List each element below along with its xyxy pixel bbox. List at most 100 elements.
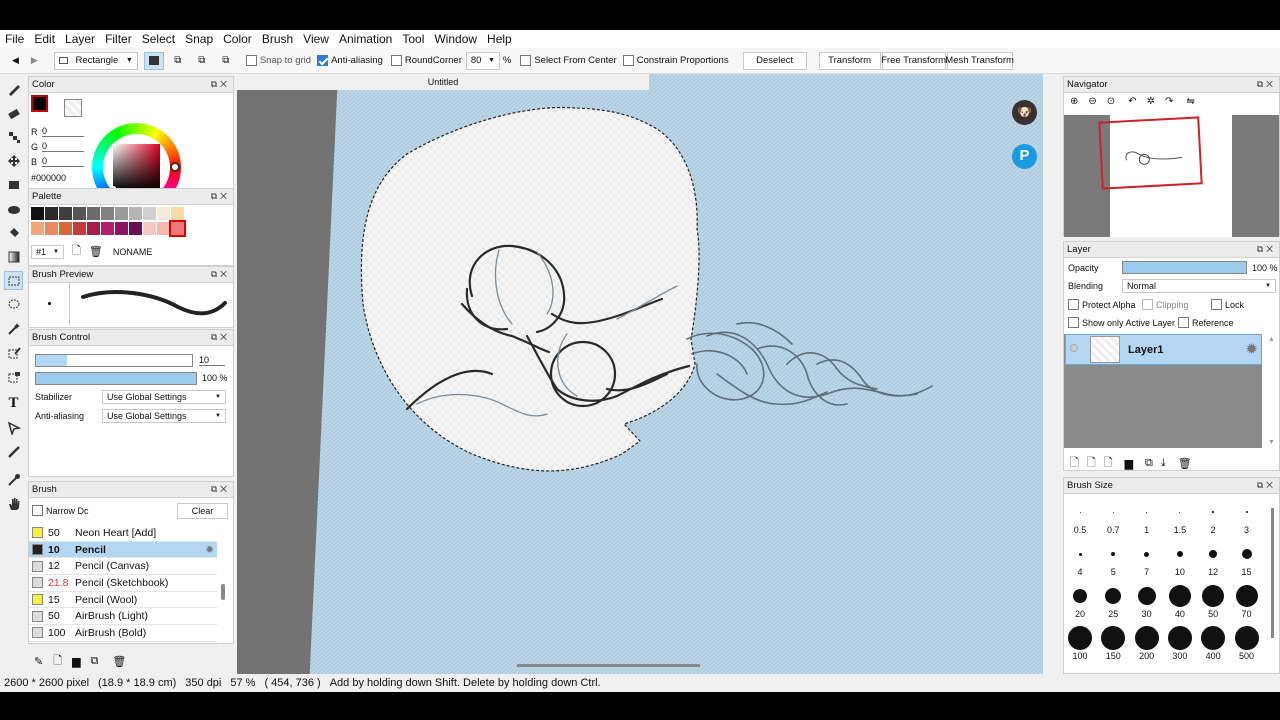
hex-value[interactable]: #000000	[31, 173, 66, 183]
brush-size-option[interactable]	[1144, 551, 1150, 557]
brush-opacity-value[interactable]: 100 %	[202, 373, 228, 383]
anti-aliasing-select[interactable]: Use Global Settings ▼	[102, 409, 226, 423]
brush-list-item[interactable]: 80Watercolor	[29, 642, 217, 643]
select-pen-tool-icon[interactable]	[4, 343, 23, 362]
mesh-transform-button[interactable]: Mesh Transform	[945, 51, 1014, 70]
merge-down-icon[interactable]: ⤓	[1161, 457, 1166, 470]
b-value-input[interactable]: 0	[42, 156, 84, 167]
new-vector-layer-icon[interactable]: 🗋	[1087, 454, 1096, 473]
palette-swatch[interactable]	[101, 222, 114, 235]
menu-view[interactable]: View	[298, 30, 334, 48]
panel-controls-icon[interactable]: ⧉✕	[1257, 480, 1276, 491]
brush-size-slider[interactable]	[35, 354, 193, 367]
new-page-icon[interactable]: 🗋	[53, 652, 62, 671]
brush-size-option[interactable]	[1212, 511, 1214, 513]
dot-pen-tool-icon[interactable]	[4, 127, 23, 146]
folder-icon[interactable]: ▆	[1125, 457, 1133, 470]
layer-opacity-slider[interactable]	[1122, 261, 1247, 274]
panel-controls-icon[interactable]: ⧉✕	[211, 79, 230, 90]
prev-icon[interactable]: ◀	[12, 55, 19, 66]
horizontal-scrollbar[interactable]	[517, 664, 700, 667]
pen-tool-icon[interactable]	[4, 79, 23, 98]
move-tool-icon[interactable]	[4, 151, 23, 170]
layer-row[interactable]: Layer1 ✹	[1065, 334, 1262, 365]
palette-swatch[interactable]	[101, 207, 114, 220]
gear-icon[interactable]: ✹	[205, 544, 214, 556]
blending-select[interactable]: Normal ▼	[1122, 279, 1276, 293]
transform-button[interactable]: Transform	[818, 51, 881, 70]
brush-size-option[interactable]	[1179, 511, 1181, 513]
brush-size-option[interactable]	[1176, 551, 1183, 557]
mode-subtract-button[interactable]: ⧉	[192, 52, 212, 70]
palette-swatch[interactable]	[59, 207, 72, 220]
new-1bit-layer-icon[interactable]: 🗋	[1104, 454, 1113, 473]
palette-swatch[interactable]	[87, 222, 100, 235]
brush-list-item[interactable]: 10 Pencil ✹	[29, 541, 217, 559]
menu-layer[interactable]: Layer	[60, 30, 100, 48]
reference-checkbox[interactable]: Reference	[1178, 317, 1234, 328]
shape-select[interactable]: Rectangle ▼	[53, 51, 138, 70]
brush-list-item[interactable]: 50 AirBrush (Light)	[29, 608, 217, 626]
brush-size-option[interactable]	[1168, 585, 1191, 607]
divide-tool-icon[interactable]	[4, 442, 23, 461]
mode-new-button[interactable]	[143, 51, 164, 70]
brush-size-option[interactable]	[1112, 511, 1114, 513]
trash-icon[interactable]: 🗑	[1178, 457, 1192, 470]
brush-size-option[interactable]	[1068, 626, 1092, 650]
gradient-tool-icon[interactable]	[4, 247, 23, 266]
brush-size-option[interactable]	[1105, 588, 1122, 604]
eyedropper-tool-icon[interactable]	[4, 470, 23, 489]
palette-swatch[interactable]	[115, 207, 128, 220]
cloud-tool-icon[interactable]	[4, 199, 23, 218]
flip-icon[interactable]: ⇋	[1186, 96, 1194, 107]
g-value-input[interactable]: 0	[42, 141, 84, 152]
brush-size-option[interactable]	[1111, 552, 1116, 556]
brush-size-option[interactable]	[1202, 585, 1225, 607]
palette-swatch[interactable]	[129, 222, 142, 235]
canvas-area[interactable]: P 🐶	[237, 74, 1043, 688]
transparent-color-swatch[interactable]	[64, 99, 82, 117]
snap-to-grid-checkbox[interactable]: Snap to grid	[245, 55, 311, 66]
navigator-thumbnail[interactable]	[1064, 115, 1279, 237]
layer-scrollbar[interactable]: ▲ ▼	[1265, 334, 1279, 448]
zoom-in-icon[interactable]: ⊕	[1070, 96, 1078, 107]
copy-layer-icon[interactable]: ⧉	[1145, 457, 1153, 470]
r-value-input[interactable]: 0	[42, 126, 84, 137]
brush-size-option[interactable]	[1235, 585, 1258, 607]
zoom-out-icon[interactable]: ⊖	[1088, 96, 1096, 107]
fill-rect-tool-icon[interactable]	[4, 175, 23, 194]
eye-icon[interactable]	[1070, 344, 1078, 352]
brush-size-option[interactable]	[1245, 511, 1248, 513]
free-transform-button[interactable]: Free Transform	[881, 51, 946, 70]
constrain-proportions-checkbox[interactable]: Constrain Proportions	[622, 55, 729, 66]
mode-intersect-button[interactable]: ⧉	[216, 52, 236, 70]
operation-tool-icon[interactable]	[4, 418, 23, 437]
palette-swatch[interactable]	[45, 222, 58, 235]
mascot-icon[interactable]: 🐶	[1012, 100, 1037, 125]
brush-size-option[interactable]	[1101, 626, 1126, 650]
rotate-right-icon[interactable]: ↷	[1165, 96, 1173, 107]
brush-size-option[interactable]	[1073, 589, 1087, 603]
scrollbar[interactable]	[1271, 508, 1274, 638]
palette-swatch[interactable]	[45, 207, 58, 220]
palette-swatch[interactable]	[129, 207, 142, 220]
brush-size-option[interactable]	[1234, 626, 1259, 650]
menu-filter[interactable]: Filter	[100, 30, 137, 48]
deselect-button[interactable]: Deselect	[742, 51, 807, 70]
show-only-active-checkbox[interactable]: Show only Active Layer	[1068, 317, 1175, 328]
panel-controls-icon[interactable]: ⧉✕	[211, 332, 230, 343]
copy-icon[interactable]: ⧉	[91, 655, 99, 668]
menu-edit[interactable]: Edit	[29, 30, 60, 48]
foreground-color-swatch[interactable]	[31, 95, 48, 112]
saturation-box[interactable]	[113, 144, 160, 191]
palette-name[interactable]: NONAME	[113, 247, 153, 257]
next-icon[interactable]: ▶	[31, 55, 38, 66]
menu-brush[interactable]: Brush	[257, 30, 298, 48]
gear-icon[interactable]: ✹	[1245, 340, 1258, 358]
hand-tool-icon[interactable]	[4, 494, 23, 513]
select-eraser-tool-icon[interactable]	[4, 367, 23, 386]
palette-swatch[interactable]	[73, 222, 86, 235]
zoom-fit-icon[interactable]: ⊙	[1107, 96, 1115, 107]
palette-swatch[interactable]	[169, 220, 186, 237]
brush-size-option[interactable]	[1209, 550, 1218, 558]
